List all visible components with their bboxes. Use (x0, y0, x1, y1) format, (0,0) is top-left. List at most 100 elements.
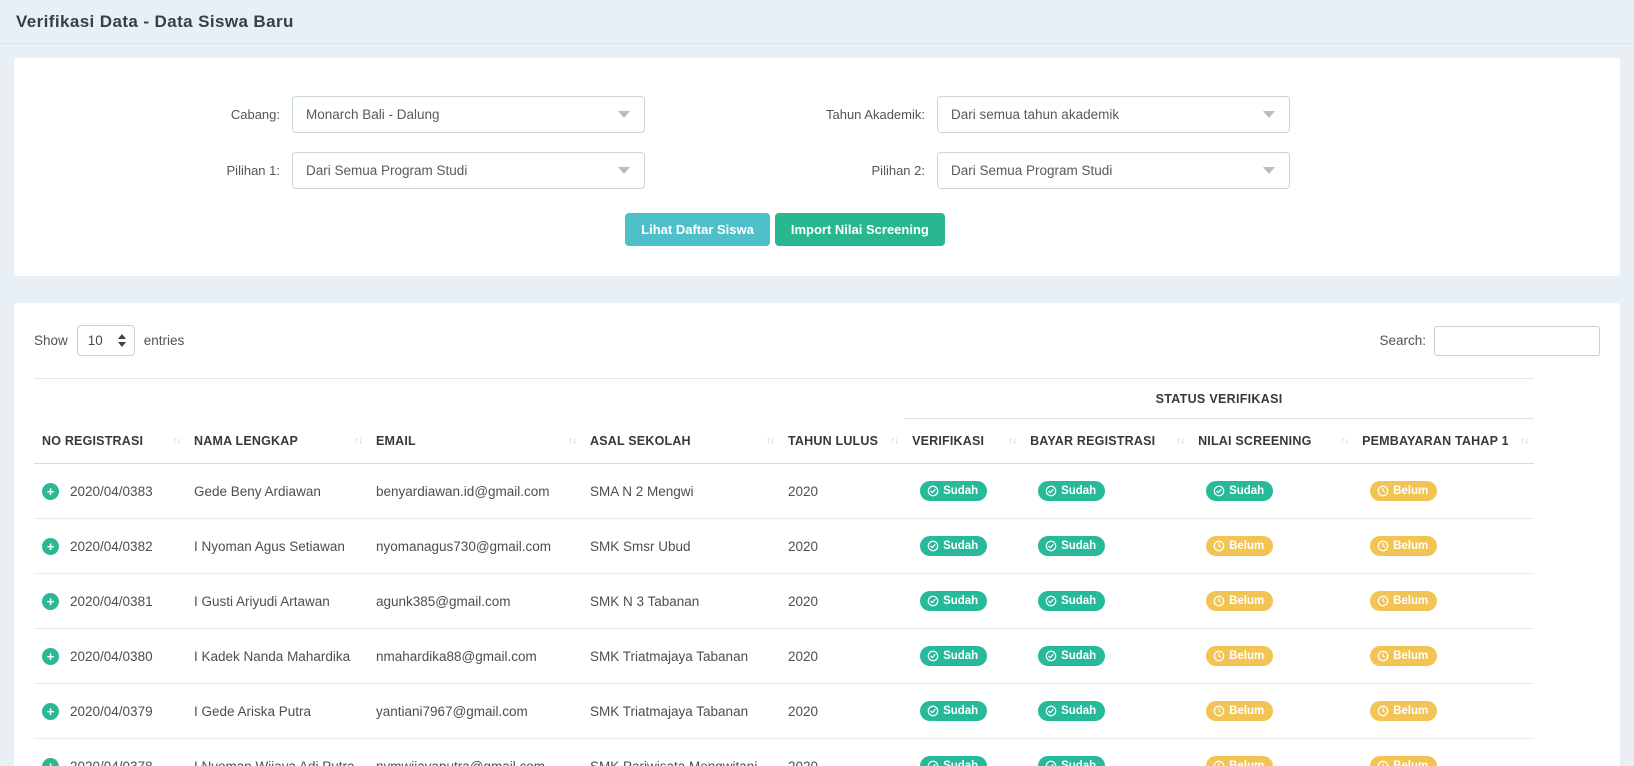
verifikasi-status-badge: Sudah (920, 481, 987, 501)
tahun-lulus-cell: 2020 (780, 629, 904, 684)
pilihan1-label: Pilihan 1: (14, 163, 282, 178)
tahun-akademik-select[interactable]: Dari semua tahun akademik (937, 96, 1290, 133)
expand-row-button[interactable]: + (42, 758, 59, 766)
nama-lengkap-cell: I Nyoman Agus Setiawan (186, 519, 368, 574)
pembayaran-tahap1-status-badge: Belum (1370, 591, 1437, 611)
asal-sekolah-cell: SMK Pariwisata Mengwitani (582, 739, 780, 766)
col-pembayaran-tahap-1[interactable]: PEMBAYARAN TAHAP 1↑↓ (1354, 419, 1534, 464)
col-nama-lengkap[interactable]: NAMA LENGKAP↑↓ (186, 419, 368, 464)
nama-lengkap-cell: I Gede Ariska Putra (186, 684, 368, 739)
col-email[interactable]: EMAIL↑↓ (368, 419, 582, 464)
nama-lengkap-cell: Gede Beny Ardiawan (186, 464, 368, 519)
col-tahun-lulus[interactable]: TAHUN LULUS↑↓ (780, 419, 904, 464)
chevron-down-icon (1263, 111, 1275, 118)
verifikasi-status-badge: Sudah (920, 591, 987, 611)
bayar-registrasi-status-badge: Sudah (1038, 536, 1105, 556)
sort-icon: ↑↓ (172, 435, 180, 446)
tahun-lulus-cell: 2020 (780, 739, 904, 766)
col-bayar-registrasi[interactable]: BAYAR REGISTRASI↑↓ (1022, 419, 1190, 464)
sort-icon: ↑↓ (1340, 436, 1348, 447)
email-cell: nmahardika88@gmail.com (368, 629, 582, 684)
expand-row-button[interactable]: + (42, 648, 59, 665)
verifikasi-status-badge: Sudah (920, 536, 987, 556)
filter-panel: Cabang: Monarch Bali - Dalung Tahun Akad… (14, 58, 1620, 276)
expand-row-button[interactable]: + (42, 483, 59, 500)
table-controls: Show 10 entries Search: (34, 325, 1600, 356)
nilai-screening-status-badge: Belum (1206, 591, 1273, 611)
table-row: + 2020/04/0383 Gede Beny Ardiawan benyar… (34, 464, 1534, 519)
cabang-select[interactable]: Monarch Bali - Dalung (292, 96, 645, 133)
search-input[interactable] (1434, 326, 1600, 356)
verifikasi-status-badge: Sudah (920, 646, 987, 666)
email-cell: nyomanagus730@gmail.com (368, 519, 582, 574)
nama-lengkap-cell: I Nyoman Wijaya Adi Putra (186, 739, 368, 766)
status-verifikasi-group-header: STATUS VERIFIKASI (904, 379, 1534, 419)
table-panel: Show 10 entries Search: STATUS VERI (14, 303, 1620, 766)
page-length-value: 10 (88, 333, 103, 348)
search-control: Search: (1379, 326, 1600, 356)
sort-icon: ↑↓ (354, 435, 362, 446)
no-registrasi-cell: 2020/04/0378 (70, 759, 153, 766)
pembayaran-tahap1-status-badge: Belum (1370, 701, 1437, 721)
titlebar: Verifikasi Data - Data Siswa Baru (0, 0, 1634, 44)
table-row: + 2020/04/0378 I Nyoman Wijaya Adi Putra… (34, 739, 1534, 766)
tahun-akademik-label: Tahun Akademik: (655, 107, 927, 122)
nilai-screening-status-badge: Belum (1206, 536, 1273, 556)
pilihan2-select-value: Dari Semua Program Studi (951, 163, 1112, 178)
table-row: + 2020/04/0379 I Gede Ariska Putra yanti… (34, 684, 1534, 739)
asal-sekolah-cell: SMK Triatmajaya Tabanan (582, 684, 780, 739)
pembayaran-tahap1-status-badge: Belum (1370, 646, 1437, 666)
col-nilai-screening[interactable]: NILAI SCREENING↑↓ (1190, 419, 1354, 464)
bayar-registrasi-status-badge: Sudah (1038, 701, 1105, 721)
asal-sekolah-cell: SMK N 3 Tabanan (582, 574, 780, 629)
pilihan1-select-value: Dari Semua Program Studi (306, 163, 467, 178)
email-cell: nymwijayaputra@gmail.com (368, 739, 582, 766)
table-row: + 2020/04/0380 I Kadek Nanda Mahardika n… (34, 629, 1534, 684)
lihat-daftar-siswa-button[interactable]: Lihat Daftar Siswa (625, 213, 770, 246)
import-nilai-screening-button[interactable]: Import Nilai Screening (775, 213, 945, 246)
col-asal-sekolah[interactable]: ASAL SEKOLAH↑↓ (582, 419, 780, 464)
nilai-screening-status-badge: Sudah (1206, 481, 1273, 501)
expand-row-button[interactable]: + (42, 703, 59, 720)
expand-row-button[interactable]: + (42, 593, 59, 610)
bayar-registrasi-status-badge: Sudah (1038, 591, 1105, 611)
tahun-lulus-cell: 2020 (780, 519, 904, 574)
sort-icon: ↑↓ (568, 435, 576, 446)
asal-sekolah-cell: SMA N 2 Mengwi (582, 464, 780, 519)
nama-lengkap-cell: I Kadek Nanda Mahardika (186, 629, 368, 684)
pilihan2-label: Pilihan 2: (655, 163, 927, 178)
no-registrasi-cell: 2020/04/0379 (70, 704, 153, 719)
search-label: Search: (1379, 333, 1426, 348)
table-row: + 2020/04/0382 I Nyoman Agus Setiawan ny… (34, 519, 1534, 574)
bayar-registrasi-status-badge: Sudah (1038, 481, 1105, 501)
group-header-spacer (34, 379, 904, 419)
entries-label: entries (144, 333, 185, 348)
pembayaran-tahap1-status-badge: Belum (1370, 481, 1437, 501)
bayar-registrasi-status-badge: Sudah (1038, 646, 1105, 666)
page: Verifikasi Data - Data Siswa Baru Cabang… (0, 0, 1634, 766)
cabang-select-value: Monarch Bali - Dalung (306, 107, 440, 122)
pilihan2-select[interactable]: Dari Semua Program Studi (937, 152, 1290, 189)
chevron-down-icon (1263, 167, 1275, 174)
pembayaran-tahap1-status-badge: Belum (1370, 536, 1437, 556)
verifikasi-status-badge: Sudah (920, 756, 987, 766)
sort-icon: ↑↓ (1008, 436, 1016, 447)
page-length-select[interactable]: 10 (77, 325, 135, 356)
table-body: + 2020/04/0383 Gede Beny Ardiawan benyar… (34, 464, 1534, 766)
bayar-registrasi-status-badge: Sudah (1038, 756, 1105, 766)
email-cell: agunk385@gmail.com (368, 574, 582, 629)
sort-icon: ↑↓ (766, 435, 774, 446)
pembayaran-tahap1-status-badge: Belum (1370, 756, 1437, 766)
col-verifikasi[interactable]: VERIFIKASI↑↓ (904, 419, 1022, 464)
email-cell: benyardiawan.id@gmail.com (368, 464, 582, 519)
pilihan1-select[interactable]: Dari Semua Program Studi (292, 152, 645, 189)
filter-buttons: Lihat Daftar Siswa Import Nilai Screenin… (0, 213, 1588, 246)
chevron-down-icon (618, 111, 630, 118)
col-no-registrasi[interactable]: NO REGISTRASI↑↓ (34, 419, 186, 464)
filter-grid: Cabang: Monarch Bali - Dalung Tahun Akad… (14, 96, 1620, 189)
select-arrows-icon (118, 334, 126, 347)
expand-row-button[interactable]: + (42, 538, 59, 555)
chevron-down-icon (618, 167, 630, 174)
tahun-lulus-cell: 2020 (780, 684, 904, 739)
nilai-screening-status-badge: Belum (1206, 701, 1273, 721)
